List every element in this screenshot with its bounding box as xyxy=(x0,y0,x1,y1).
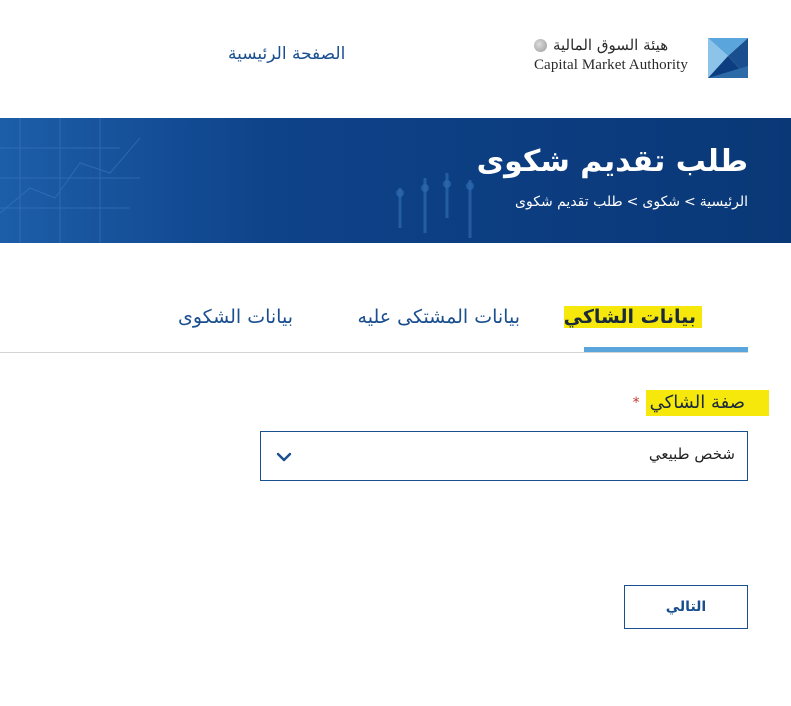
site-header: الصفحة الرئيسية هيئة السوق المالية Capit… xyxy=(0,0,791,118)
tab-label: بيانات الشاكي xyxy=(563,306,702,328)
form-tabs: بيانات الشاكي بيانات المشتكى عليه بيانات… xyxy=(0,290,748,353)
seal-icon xyxy=(533,38,547,52)
logo-text[interactable]: هيئة السوق المالية Capital Market Author… xyxy=(533,36,688,74)
breadcrumb: الرئيسية > شكوى > طلب تقديم شكوى xyxy=(515,194,748,210)
banner-background-graphic xyxy=(0,118,791,243)
home-link[interactable]: الصفحة الرئيسية xyxy=(228,44,345,64)
active-tab-indicator xyxy=(584,347,748,352)
breadcrumb-complaint[interactable]: شكوى xyxy=(642,194,680,210)
page-title: طلب تقديم شكوى xyxy=(476,144,748,179)
select-value: شخص طبيعي xyxy=(648,445,735,463)
breadcrumb-home[interactable]: الرئيسية xyxy=(700,194,748,210)
cma-logo-icon[interactable] xyxy=(708,38,748,78)
next-button[interactable]: التالي xyxy=(624,585,748,629)
required-marker: * xyxy=(632,395,640,411)
breadcrumb-current: طلب تقديم شكوى xyxy=(515,194,623,210)
breadcrumb-separator: > xyxy=(684,194,696,210)
tab-complainant-data[interactable]: بيانات الشاكي xyxy=(563,306,702,328)
page-banner: طلب تقديم شكوى الرئيسية > شكوى > طلب تقد… xyxy=(0,118,791,243)
chevron-down-icon xyxy=(276,452,292,462)
tab-complaint-data[interactable]: بيانات الشكوى xyxy=(178,306,293,328)
field-label-text: صفة الشاكي xyxy=(645,390,769,416)
tab-respondent-data[interactable]: بيانات المشتكى عليه xyxy=(358,306,520,328)
logo-arabic-text: هيئة السوق المالية xyxy=(552,36,669,54)
complainant-type-select[interactable]: شخص طبيعي xyxy=(260,431,748,481)
logo-arabic: هيئة السوق المالية xyxy=(533,36,688,54)
complainant-type-label: صفة الشاكي * xyxy=(633,390,769,416)
logo-english: Capital Market Authority xyxy=(533,57,688,73)
breadcrumb-separator: > xyxy=(626,194,639,210)
